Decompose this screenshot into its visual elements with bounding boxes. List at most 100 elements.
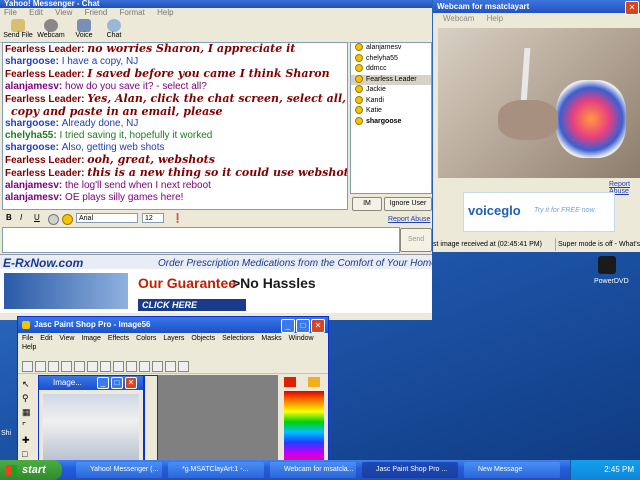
psp-menu-item[interactable]: Selections (222, 335, 254, 342)
psp-workspace[interactable]: Image... _ □ ✕ (38, 375, 278, 467)
save-icon[interactable] (48, 361, 59, 372)
psp-menu-item[interactable]: Edit (40, 335, 52, 342)
color-spectrum[interactable] (284, 391, 324, 463)
webcam-title-bar[interactable]: Webcam for msatclayart (433, 0, 640, 13)
zoom-tool-icon[interactable]: ⚲ (22, 393, 29, 404)
arrow-tool-icon[interactable]: ↖ (22, 379, 30, 390)
chat-message: shargoose: Already done, NJ (3, 118, 347, 130)
menu-webcam[interactable]: Webcam (443, 14, 474, 23)
webcam-window: Webcam for msatclayart ✕ Webcam Help Rep… (433, 0, 640, 252)
user-list-item[interactable]: alanjamesv (351, 43, 431, 54)
smiley-icon[interactable] (62, 214, 73, 225)
user-list[interactable]: alanjamesv chelyha55 ddmcc Fearless Leader J… (350, 42, 432, 194)
task-webcam[interactable]: Webcam for msatcla... (270, 462, 356, 478)
underline-button[interactable]: U (34, 213, 40, 222)
psp-menu-item[interactable]: Colors (136, 335, 156, 342)
user-list-item[interactable]: Fearless Leader (351, 74, 431, 85)
image-subwindow[interactable]: Image... _ □ ✕ (38, 375, 144, 467)
desktop-shortcut-label[interactable]: Shi (1, 430, 11, 437)
close-icon[interactable]: ✕ (125, 377, 137, 389)
user-list-item[interactable]: ddmcc (351, 64, 431, 75)
foreground-color[interactable] (284, 377, 296, 387)
psp-menu-item[interactable]: Masks (261, 335, 281, 342)
cut-icon[interactable] (74, 361, 85, 372)
psp-menu-item[interactable]: File (22, 335, 33, 342)
ad-click-here[interactable]: CLICK HERE (138, 299, 246, 311)
menu-friend[interactable]: Friend (85, 8, 108, 17)
message-sender: alanjamesv: (5, 179, 66, 191)
psp-menu-item[interactable]: Window (289, 335, 314, 342)
paste-icon[interactable] (100, 361, 111, 372)
webcam-status-bar: st image received at (02:45:41 PM) Super… (433, 238, 640, 251)
move-tool-icon[interactable]: ✚ (22, 435, 30, 446)
chat-button[interactable]: Chat (96, 18, 132, 42)
psp-menu-item[interactable]: Layers (163, 335, 184, 342)
copy-icon[interactable] (87, 361, 98, 372)
chat-title-bar[interactable]: Yahoo! Messenger - Chat (0, 0, 432, 8)
font-select[interactable]: Arial (76, 213, 138, 223)
font-size-select[interactable]: 12 (142, 213, 164, 223)
clock[interactable]: 2:45 PM (604, 465, 634, 474)
smiley-status-icon (355, 64, 363, 73)
bold-button[interactable]: B (6, 213, 12, 222)
menu-edit[interactable]: Edit (29, 8, 43, 17)
user-list-item[interactable]: chelyha55 (351, 53, 431, 65)
task-chat[interactable]: *g.MSATClayArt:1 -... (168, 462, 264, 478)
color-picker-icon[interactable] (48, 214, 59, 225)
redo-icon[interactable] (126, 361, 137, 372)
send-file-button[interactable]: Send File (0, 18, 36, 42)
webcam-button[interactable]: Webcam (33, 18, 69, 42)
psp-menu-item[interactable]: Effects (108, 335, 129, 342)
conversation-pane[interactable]: Fearless Leader: no worries Sharon, I ap… (2, 42, 348, 210)
menu-help[interactable]: Help (157, 8, 173, 17)
help-icon[interactable] (178, 361, 189, 372)
smiley-status-icon (355, 95, 363, 104)
print-icon[interactable] (61, 361, 72, 372)
maximize-icon[interactable]: □ (296, 319, 310, 333)
second-image-subwindow[interactable] (144, 375, 158, 467)
menu-format[interactable]: Format (120, 8, 145, 17)
im-button[interactable]: IM (352, 197, 382, 211)
open-icon[interactable] (35, 361, 46, 372)
task-new-message[interactable]: New Message (464, 462, 560, 478)
voiceglo-ad[interactable]: voiceglo Try it for FREE now. (463, 192, 615, 232)
powerdvd-icon[interactable] (598, 256, 616, 274)
user-list-item[interactable]: shargoose (351, 116, 431, 128)
psp-menu-item[interactable]: View (59, 335, 74, 342)
minimize-icon[interactable]: _ (281, 319, 295, 333)
task-yahoo-messenger[interactable]: Yahoo! Messenger (... (76, 462, 162, 478)
selection-tool-icon[interactable]: □ (22, 449, 27, 459)
psp-menu-item[interactable]: Help (22, 344, 36, 351)
message-sender: chelyha55: (5, 130, 60, 142)
menu-view[interactable]: View (55, 8, 72, 17)
deform-tool-icon[interactable]: ▦ (22, 407, 31, 418)
background-color[interactable] (308, 377, 320, 387)
maximize-icon[interactable]: □ (111, 377, 123, 389)
user-list-item[interactable]: Kandi (351, 95, 431, 107)
voiceglo-logo: voiceglo (468, 203, 521, 218)
alert-icon[interactable]: ❗ (172, 213, 183, 224)
psp-app-icon (22, 321, 30, 329)
user-list-item[interactable]: Jackie (351, 85, 431, 96)
message-text: no worries Sharon, I appreciate it (87, 42, 296, 55)
send-button[interactable]: Send (400, 228, 432, 252)
ad-banner[interactable]: E-RxNow.com Order Prescription Medicatio… (0, 254, 432, 313)
task-paint-shop-pro[interactable]: Jasc Paint Shop Pro ... (362, 462, 458, 478)
new-icon[interactable] (22, 361, 33, 372)
close-icon[interactable]: ✕ (311, 319, 325, 333)
zoom-icon[interactable] (152, 361, 163, 372)
psp-menu-item[interactable]: Objects (191, 335, 215, 342)
view-icon[interactable] (165, 361, 176, 372)
undo-icon[interactable] (113, 361, 124, 372)
menu-help[interactable]: Help (487, 14, 503, 23)
italic-button[interactable]: I (20, 213, 22, 222)
minimize-icon[interactable]: _ (97, 377, 109, 389)
crop-tool-icon[interactable]: ⌜ (22, 421, 26, 432)
ignore-user-button[interactable]: Ignore User (384, 197, 432, 211)
message-input[interactable] (2, 227, 400, 253)
user-list-item[interactable]: Katie (351, 106, 431, 117)
psp-menu-item[interactable]: Image (81, 335, 100, 342)
browse-icon[interactable] (139, 361, 150, 372)
powerdvd-label[interactable]: PowerDVD (594, 278, 629, 285)
menu-file[interactable]: File (4, 8, 17, 17)
